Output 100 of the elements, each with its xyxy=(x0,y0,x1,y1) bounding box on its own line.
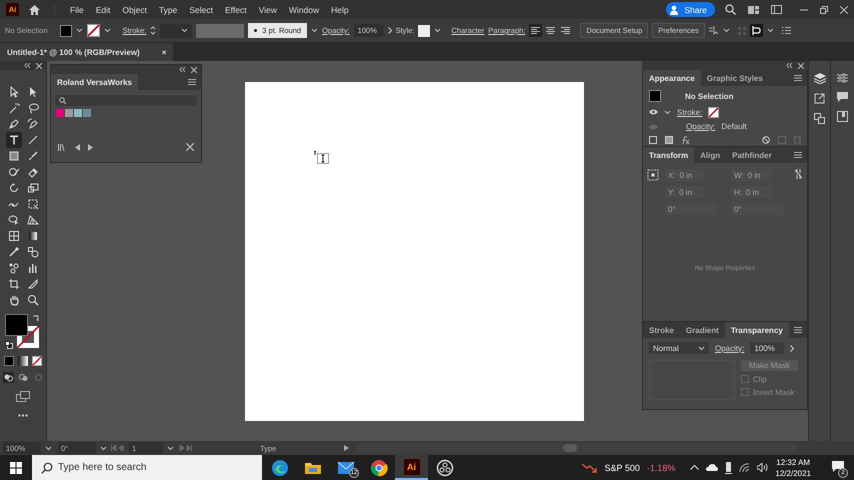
minimize-icon[interactable] xyxy=(800,8,808,10)
effects-icon[interactable] xyxy=(681,136,691,144)
stock-name[interactable]: S&P 500 xyxy=(604,462,640,472)
menu-item[interactable]: Type xyxy=(154,4,182,14)
draw-behind-icon[interactable] xyxy=(18,372,28,383)
menu-item[interactable]: Help xyxy=(326,4,354,14)
checkbox[interactable] xyxy=(741,388,749,396)
cross-icon[interactable] xyxy=(186,143,194,151)
panel-title[interactable]: Roland VersaWorks xyxy=(51,74,138,90)
color-swatch[interactable] xyxy=(83,109,91,117)
panel-tab[interactable]: Graphic Styles xyxy=(700,70,769,86)
menu-item[interactable]: Object xyxy=(117,4,152,14)
style-swatch[interactable] xyxy=(418,24,430,36)
clear-icon[interactable] xyxy=(762,136,770,144)
menu-item[interactable]: Window xyxy=(284,4,324,14)
layout-icon[interactable] xyxy=(748,6,759,14)
opacity-label[interactable]: Opacity: xyxy=(686,122,716,131)
panel-tab[interactable]: Transform xyxy=(643,147,694,163)
home-icon[interactable] xyxy=(29,4,40,14)
play-icon[interactable] xyxy=(344,445,350,451)
close-icon[interactable] xyxy=(191,66,197,72)
menu-icon[interactable] xyxy=(188,79,196,85)
taskbar-app-button[interactable]: Ai xyxy=(395,455,428,480)
menu-item[interactable]: File xyxy=(65,4,89,14)
chevron-up-icon[interactable] xyxy=(690,465,700,470)
libraries-icon[interactable] xyxy=(837,111,848,122)
align-button[interactable] xyxy=(559,24,572,37)
panel-tab[interactable]: Align xyxy=(694,147,726,163)
checkbox[interactable] xyxy=(741,375,749,383)
document-tab[interactable]: Untitled-1* @ 100 % (RGB/Preview) × xyxy=(0,43,174,61)
panel-tab[interactable]: Stroke xyxy=(643,322,680,338)
link-icon[interactable] xyxy=(795,169,802,179)
panel-icon[interactable] xyxy=(771,5,782,14)
panel-tab[interactable]: Appearance xyxy=(643,70,701,86)
text-wrap-icon[interactable] xyxy=(750,24,763,37)
none-stroke-swatch[interactable] xyxy=(86,24,100,37)
opacity-label[interactable]: Opacity: xyxy=(715,344,744,352)
menu-icon[interactable] xyxy=(794,75,802,81)
device-icon[interactable] xyxy=(725,462,732,474)
list-icon[interactable] xyxy=(782,27,791,34)
align-button[interactable] xyxy=(544,24,558,37)
add-fill-icon[interactable] xyxy=(665,136,673,144)
none-stroke-swatch[interactable] xyxy=(708,106,720,118)
restore-icon[interactable] xyxy=(820,6,828,14)
default-colors-icon[interactable] xyxy=(5,341,13,349)
spinner-icon[interactable] xyxy=(150,25,156,36)
search-field[interactable] xyxy=(55,95,197,106)
sliders-icon[interactable] xyxy=(837,73,848,83)
panel-tab[interactable]: Pathfinder xyxy=(726,147,778,163)
chevron-icon[interactable] xyxy=(790,344,794,352)
start-icon[interactable] xyxy=(10,462,22,474)
comment-icon[interactable] xyxy=(837,92,848,102)
close-icon[interactable] xyxy=(840,6,848,14)
menu-item[interactable]: Select xyxy=(184,4,218,14)
type-tool-button[interactable] xyxy=(6,132,22,148)
color-button[interactable] xyxy=(4,356,14,366)
blend-mode-dropdown[interactable]: Normal xyxy=(649,342,709,354)
color-swatch[interactable] xyxy=(56,109,64,117)
reference-point-icon[interactable] xyxy=(647,169,659,181)
horizontal-scrollbar[interactable] xyxy=(357,443,798,453)
color-swatch[interactable] xyxy=(65,109,73,117)
stroke-label[interactable]: Stroke: xyxy=(677,108,702,116)
add-stroke-icon[interactable] xyxy=(649,136,657,144)
layers-icon[interactable] xyxy=(814,73,826,84)
library-icon[interactable] xyxy=(58,144,67,150)
fill-swatch[interactable] xyxy=(60,24,72,36)
collapse-icon[interactable] xyxy=(24,63,31,68)
collapse-icon[interactable] xyxy=(786,63,793,68)
screen-mode-icon[interactable] xyxy=(16,391,30,402)
share-button[interactable]: Share xyxy=(666,2,715,17)
close-tab-button[interactable]: × xyxy=(162,48,166,56)
curvature-tool-button[interactable] xyxy=(24,116,40,132)
artboards-icon[interactable] xyxy=(814,113,825,124)
previous-icon[interactable] xyxy=(75,144,80,150)
chevron-icon[interactable] xyxy=(388,27,392,34)
cloud-icon[interactable] xyxy=(706,464,718,471)
more-icon[interactable] xyxy=(18,414,28,417)
color-swatch[interactable] xyxy=(74,109,82,117)
search-field[interactable]: Type here to search xyxy=(32,455,262,480)
align-button[interactable] xyxy=(529,24,542,37)
menu-icon[interactable] xyxy=(794,152,802,158)
clock[interactable]: 12:32 AM 12/2/2021 xyxy=(775,456,811,478)
menu-icon[interactable] xyxy=(794,327,802,333)
panel-tab[interactable]: Transparency xyxy=(724,322,789,338)
opacity-field[interactable]: 100% xyxy=(750,342,784,354)
menu-item[interactable]: View xyxy=(254,4,282,14)
wifi-icon[interactable] xyxy=(739,462,750,472)
draw-normal-icon[interactable] xyxy=(2,372,14,383)
gradient-button[interactable] xyxy=(18,356,28,366)
next-icon[interactable] xyxy=(88,144,93,150)
fill-swatch[interactable] xyxy=(649,90,661,102)
export-icon[interactable] xyxy=(814,93,825,104)
menu-item[interactable]: Edit xyxy=(90,4,116,14)
swap-icon[interactable] xyxy=(32,314,40,322)
menu-item[interactable]: Effect xyxy=(220,4,252,14)
fill-stroke-icon[interactable] xyxy=(5,314,39,348)
close-icon[interactable] xyxy=(36,62,42,68)
collapse-icon[interactable] xyxy=(179,67,186,72)
search-icon[interactable] xyxy=(725,4,736,15)
panel-tab[interactable]: Gradient xyxy=(680,322,725,338)
